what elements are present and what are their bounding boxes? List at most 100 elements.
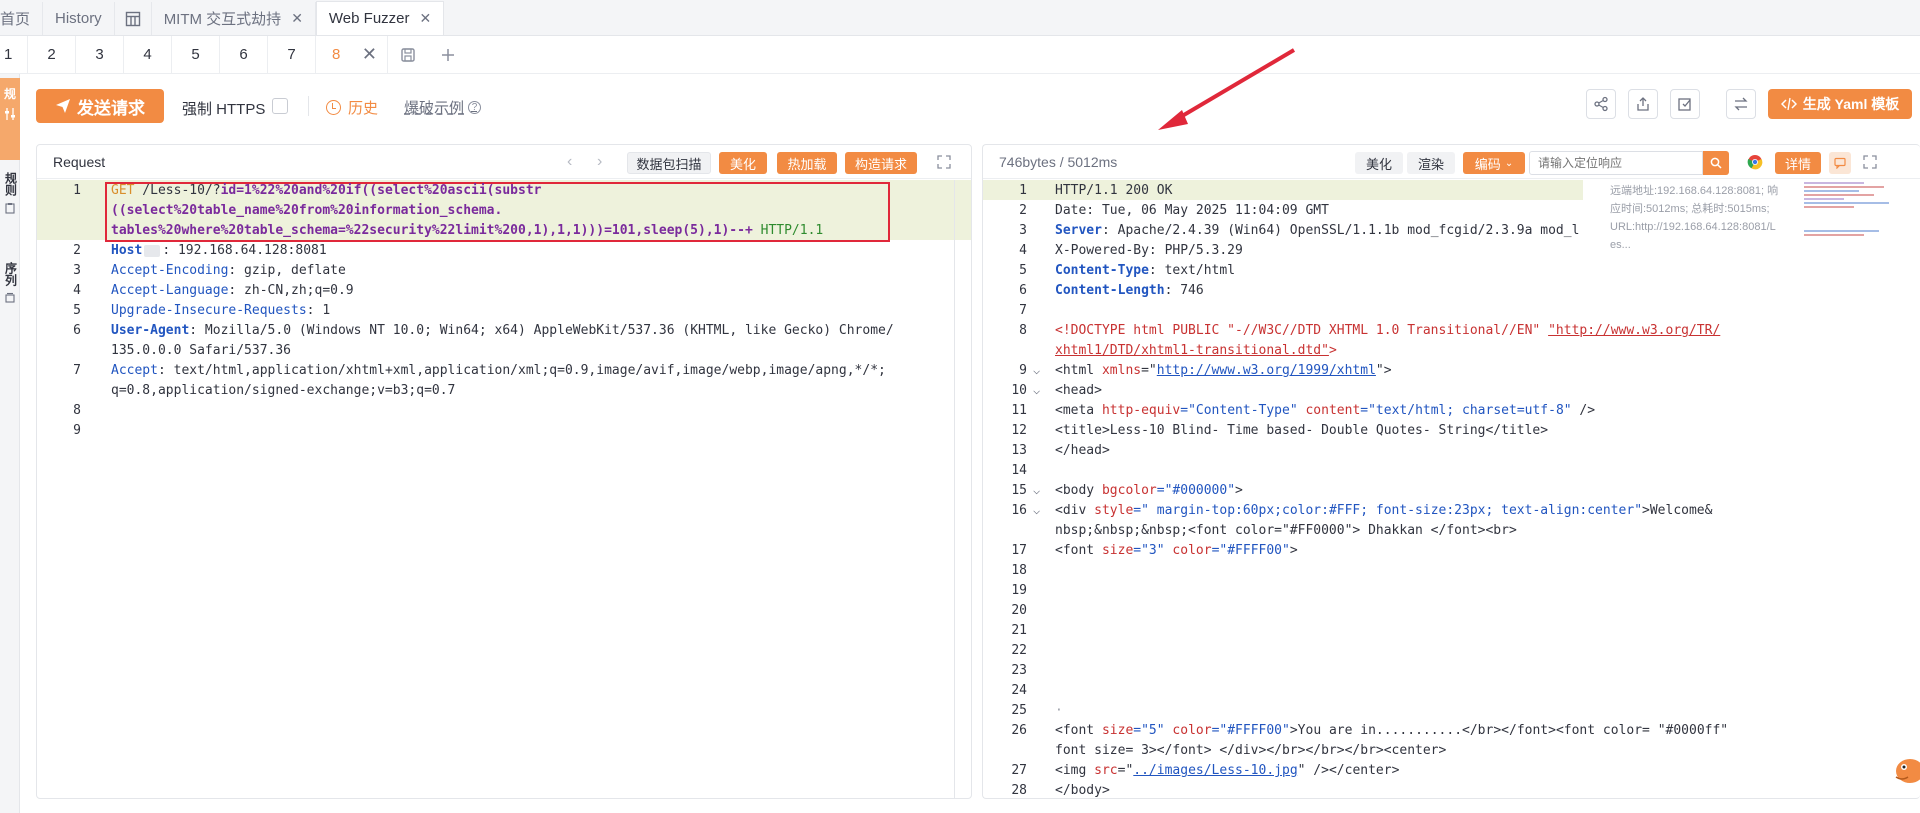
generate-yaml-button[interactable]: 生成 Yaml 模板: [1768, 89, 1912, 119]
tab-mitm[interactable]: MITM 交互式劫持 ✕: [152, 2, 316, 35]
body-img: <img src="../images/Less-10.jpg" /></cen…: [1055, 763, 1400, 778]
locate-response-input[interactable]: [1529, 151, 1703, 175]
side-tab-rules[interactable]: 规则: [0, 172, 20, 214]
request-line-cont: tables%20where%20table_schema=%22securit…: [111, 223, 824, 238]
table-icon: [125, 11, 140, 26]
import-icon: [1678, 98, 1691, 111]
chevron-right-icon[interactable]: ›: [597, 153, 602, 171]
line-number: 7: [73, 363, 81, 378]
header-accept: Accept: text/html,application/xhtml+xml,…: [111, 363, 886, 378]
body-whitespace-dot: ·: [1055, 703, 1063, 718]
line-number: 8: [73, 403, 81, 418]
header-server: Server: Apache/2.4.39 (Win64) OpenSSL/1.…: [1055, 223, 1580, 238]
request-header: Request ‹ › 数据包扫描 美化 热加载 构造请求: [37, 145, 971, 179]
side-tab-sequence[interactable]: 序列: [0, 262, 20, 304]
code-minimap[interactable]: [1804, 182, 1904, 252]
request-line: GET /Less-10/?id=1%22%20and%20if((select…: [111, 183, 542, 198]
body-div: <div style=" margin-top:60px;color:#FFF;…: [1055, 503, 1713, 518]
fold-chevron-icon[interactable]: ⌵: [1033, 363, 1040, 377]
line-number: 1: [1019, 183, 1027, 198]
line-number: 28: [1011, 783, 1027, 798]
response-beautify-button[interactable]: 美化: [1355, 152, 1403, 174]
add-tab-button[interactable]: [428, 36, 468, 74]
force-https-label: 强制 HTTPS: [182, 101, 266, 118]
header-user-agent-cont: 135.0.0.0 Safari/537.36: [111, 343, 292, 358]
line-number: 19: [1011, 583, 1027, 598]
line-number: 5: [1019, 263, 1027, 278]
export-button[interactable]: [1628, 89, 1658, 119]
subtab-2[interactable]: 2: [28, 35, 76, 74]
subtab-8[interactable]: 8 ✕: [316, 35, 388, 74]
left-side-strip: 规 规则 序列: [0, 74, 20, 813]
subtab-3[interactable]: 3: [76, 35, 124, 74]
side-tab-active[interactable]: 规: [0, 78, 20, 160]
subtab-4[interactable]: 4: [124, 35, 172, 74]
line-number: 4: [1019, 243, 1027, 258]
header-upgrade-insecure: Upgrade-Insecure-Requests: 1: [111, 303, 331, 318]
subtab-7[interactable]: 7: [268, 35, 316, 74]
line-number: 9: [1019, 363, 1027, 378]
sliders-icon: [5, 108, 15, 120]
export-icon: [1637, 97, 1649, 111]
body-font-youarein: <font size="5" color="#FFFF00">You are i…: [1055, 723, 1729, 738]
line-number: 26: [1011, 723, 1027, 738]
mascot-icon[interactable]: [1890, 745, 1920, 785]
subtab-6[interactable]: 6: [220, 35, 268, 74]
header-accept-cont: q=0.8,application/signed-exchange;v=b3;q…: [111, 383, 456, 398]
hot-reload-button[interactable]: 热加载: [777, 152, 837, 174]
response-size-time: 746bytes / 5012ms: [999, 154, 1118, 170]
fold-chevron-icon[interactable]: ⌵: [1033, 483, 1040, 497]
tab-history[interactable]: History: [43, 2, 115, 35]
body-meta: <meta http-equiv="Content-Type" content=…: [1055, 403, 1596, 418]
save-tabs-button[interactable]: [388, 36, 428, 74]
detail-button[interactable]: 详情: [1775, 152, 1821, 174]
body-head-open: <head>: [1055, 383, 1102, 398]
packet-scan-button[interactable]: 数据包扫描: [627, 152, 711, 174]
swap-layout-button[interactable]: [1726, 89, 1756, 119]
body-font-cont: font size= 3></font> </div></br></br></b…: [1055, 743, 1447, 758]
fold-chevron-icon[interactable]: ⌵: [1033, 383, 1040, 397]
response-editor[interactable]: 1 2 3 4 5 6 7 8 9 10 11 12 13 14 15 16 1…: [983, 180, 1920, 798]
force-https-checkbox[interactable]: [272, 98, 288, 114]
header-accept-encoding: Accept-Encoding: gzip, deflate: [111, 263, 346, 278]
comment-button[interactable]: [1829, 152, 1851, 174]
close-icon[interactable]: ✕: [420, 10, 432, 27]
import-button[interactable]: [1670, 89, 1700, 119]
line-number: 7: [1019, 303, 1027, 318]
editor-scrollbar[interactable]: [954, 180, 955, 798]
divider: [308, 96, 309, 116]
brute-force-example-link[interactable]: 爆破示例 ?: [404, 97, 482, 118]
line-number: 8: [1019, 323, 1027, 338]
search-button[interactable]: [1703, 151, 1729, 175]
chrome-icon[interactable]: [1747, 154, 1763, 170]
chevron-left-icon[interactable]: ‹: [567, 153, 572, 171]
tab-web-fuzzer[interactable]: Web Fuzzer ✕: [315, 1, 445, 35]
tab-home[interactable]: 首页: [0, 2, 44, 35]
share-button[interactable]: [1586, 89, 1616, 119]
comment-icon: [1834, 157, 1846, 169]
body-body-open: <body bgcolor="#000000">: [1055, 483, 1243, 498]
line-number: 17: [1011, 543, 1027, 558]
line-number: 1: [73, 183, 81, 198]
fullscreen-icon[interactable]: [937, 155, 951, 169]
subtab-5[interactable]: 5: [172, 35, 220, 74]
plus-icon: [442, 48, 454, 61]
send-request-button[interactable]: 发送请求: [36, 89, 164, 123]
tab-table[interactable]: [115, 2, 152, 35]
line-number: 21: [1011, 623, 1027, 638]
close-icon[interactable]: ✕: [362, 44, 377, 65]
fullscreen-icon[interactable]: [1863, 155, 1877, 169]
beautify-button[interactable]: 美化: [719, 152, 767, 174]
subtab-1[interactable]: 1: [0, 35, 28, 74]
encoding-dropdown[interactable]: 编码 ⌄: [1463, 152, 1525, 174]
chevron-down-icon: ⌄: [1504, 157, 1514, 169]
body-title: <title>Less-10 Blind- Time based- Double…: [1055, 423, 1549, 438]
fold-chevron-icon[interactable]: ⌵: [1033, 503, 1040, 517]
history-button[interactable]: 历史: [326, 97, 378, 118]
request-editor[interactable]: 1 2 3 4 5 6 7 8 9 GET /Less-10/?id=1%22%…: [37, 180, 971, 798]
close-icon[interactable]: ✕: [291, 10, 303, 27]
clipboard-icon: [5, 203, 15, 214]
construct-request-button[interactable]: 构造请求: [845, 152, 917, 174]
render-button[interactable]: 渲染: [1407, 152, 1455, 174]
layers-icon: [5, 292, 15, 303]
